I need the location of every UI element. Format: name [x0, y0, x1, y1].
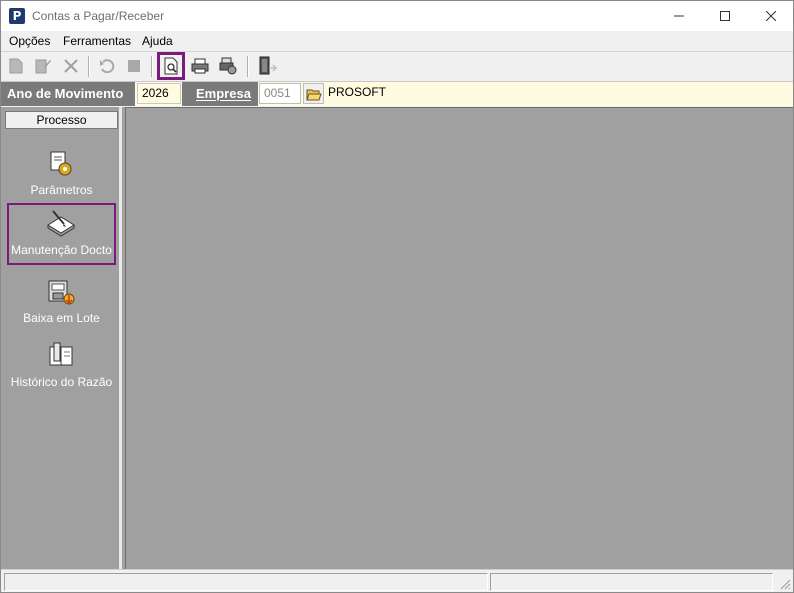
- stop-icon: [128, 60, 140, 72]
- sidebar: Processo Parâmetros Manutenção Docto Bai…: [1, 107, 122, 569]
- company-lookup-button[interactable]: [303, 83, 324, 104]
- resize-grip-icon[interactable]: [779, 578, 791, 590]
- exit-button[interactable]: [256, 55, 278, 77]
- status-bar: [1, 569, 793, 592]
- close-icon: [766, 11, 776, 21]
- new-document-icon: [9, 58, 23, 74]
- print-preview-button[interactable]: [157, 52, 185, 80]
- batch-write-off-icon: [48, 280, 75, 305]
- sidebar-header-button[interactable]: Processo: [5, 111, 118, 129]
- maximize-button[interactable]: [702, 1, 748, 31]
- app-logo-icon: P: [9, 8, 25, 24]
- toolbar-separator: [88, 56, 90, 77]
- info-bar: Ano de Movimento 2026 Empresa 0051 PROSO…: [1, 82, 793, 106]
- stop-button[interactable]: [123, 55, 145, 77]
- title-bar: P Contas a Pagar/Receber: [1, 1, 793, 31]
- sidebar-item-manutencao-docto[interactable]: Manutenção Docto: [7, 203, 116, 265]
- company-code-field[interactable]: 0051: [259, 83, 301, 104]
- status-panel-main: [4, 573, 488, 591]
- delete-icon: [64, 59, 78, 73]
- print-preview-icon: [164, 57, 178, 75]
- sidebar-item-label: Histórico do Razão: [10, 375, 113, 389]
- sidebar-item-parametros[interactable]: Parâmetros: [7, 143, 116, 205]
- parameters-icon: [50, 151, 72, 176]
- sidebar-item-label: Baixa em Lote: [23, 311, 100, 325]
- company-name-field: PROSOFT: [324, 83, 791, 104]
- print-button[interactable]: [189, 55, 211, 77]
- toolbar-separator: [151, 56, 153, 77]
- print-icon: [191, 58, 209, 74]
- menu-bar: Opções Ferramentas Ajuda: [1, 31, 793, 52]
- year-label: Ano de Movimento: [1, 82, 135, 106]
- company-label: Empresa: [182, 82, 258, 106]
- undo-icon: [100, 59, 115, 73]
- printer-settings-button[interactable]: [217, 55, 239, 77]
- undo-button[interactable]: [96, 55, 118, 77]
- status-panel-secondary: [490, 573, 773, 591]
- minimize-button[interactable]: [656, 1, 702, 31]
- ledger-history-icon: [49, 342, 73, 366]
- maximize-icon: [720, 11, 730, 21]
- sidebar-item-baixa-em-lote[interactable]: Baixa em Lote: [7, 271, 116, 333]
- edit-document-button[interactable]: [32, 55, 54, 77]
- close-button[interactable]: [748, 1, 793, 31]
- sidebar-item-historico-do-razao[interactable]: Histórico do Razão: [7, 335, 116, 397]
- toolbar: [1, 52, 793, 82]
- sidebar-item-label: Manutenção Docto: [11, 243, 112, 257]
- exit-door-icon: [259, 56, 277, 75]
- delete-button[interactable]: [60, 55, 82, 77]
- main-content: Processo Parâmetros Manutenção Docto Bai…: [1, 107, 793, 569]
- menu-opcoes[interactable]: Opções: [9, 34, 50, 48]
- menu-ferramentas[interactable]: Ferramentas: [63, 34, 131, 48]
- edit-document-icon: [35, 59, 51, 74]
- year-field[interactable]: 2026: [137, 83, 181, 104]
- menu-ajuda[interactable]: Ajuda: [142, 34, 173, 48]
- document-maintenance-icon: [47, 210, 75, 237]
- window-title: Contas a Pagar/Receber: [32, 9, 165, 23]
- mdi-workspace: [125, 107, 793, 569]
- new-document-button[interactable]: [5, 55, 27, 77]
- open-folder-icon: [305, 89, 322, 100]
- application-window: P Contas a Pagar/Receber Opções Ferramen…: [0, 0, 794, 593]
- minimize-icon: [674, 15, 684, 17]
- printer-settings-icon: [219, 57, 237, 75]
- sidebar-item-label: Parâmetros: [30, 183, 93, 197]
- toolbar-separator: [247, 56, 249, 77]
